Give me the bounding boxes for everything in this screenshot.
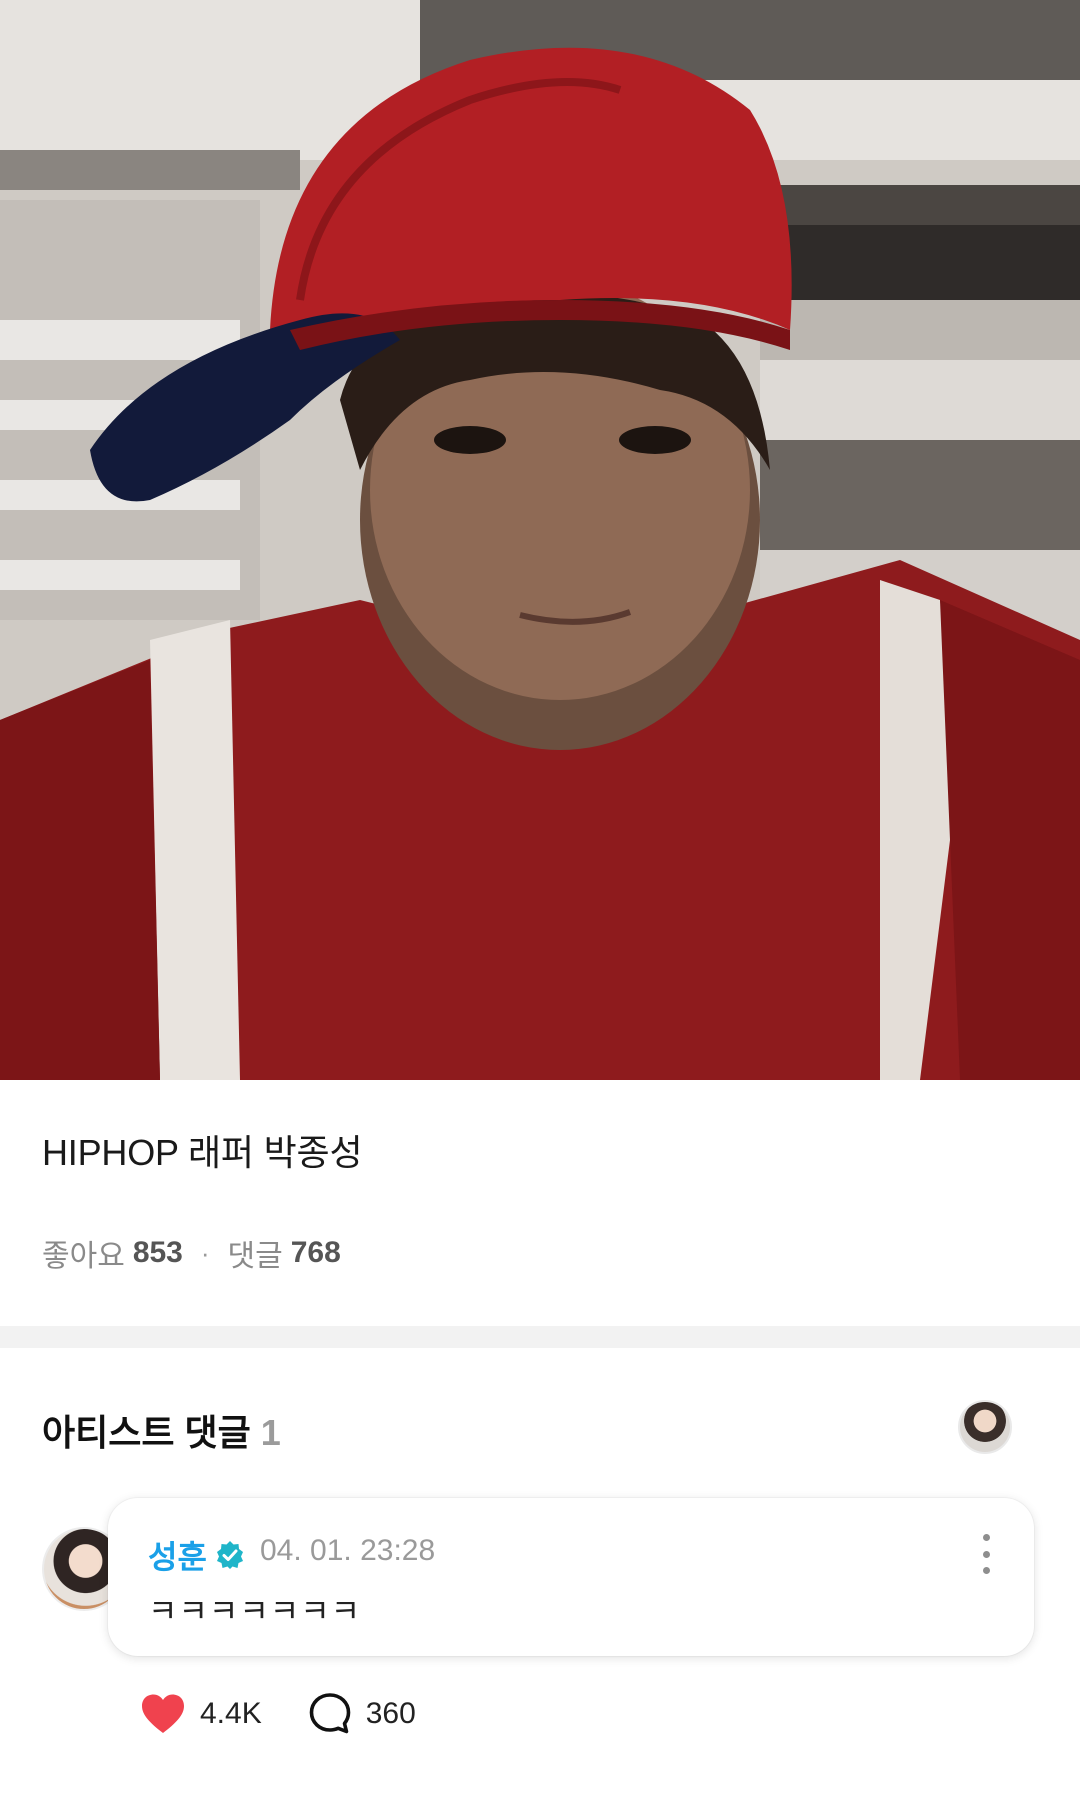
likes-count[interactable]: 853 bbox=[133, 1236, 183, 1270]
comment-timestamp: 04. 01. 23:28 bbox=[260, 1534, 436, 1567]
artist-comments-title: 아티스트 댓글 1 bbox=[42, 1404, 281, 1456]
likes-label: 좋아요 bbox=[42, 1240, 125, 1273]
stats-separator: · bbox=[200, 1237, 210, 1268]
post-stats: 좋아요 853 · 댓글 768 bbox=[42, 1231, 341, 1275]
like-button[interactable]: 4.4K bbox=[140, 1693, 262, 1735]
comment-author[interactable]: 성훈 bbox=[148, 1532, 245, 1578]
comment-bubble-icon bbox=[309, 1693, 351, 1734]
comment-bubble[interactable]: 성훈 04. 01. 23:28 ㅋㅋㅋㅋㅋㅋㅋ bbox=[108, 1498, 1034, 1656]
post-photo-image bbox=[0, 0, 1080, 1080]
like-count: 4.4K bbox=[200, 1697, 262, 1730]
more-vertical-icon[interactable] bbox=[974, 1534, 998, 1574]
artist-comments-count: 1 bbox=[260, 1412, 281, 1453]
comments-count[interactable]: 768 bbox=[291, 1236, 341, 1270]
section-divider bbox=[0, 1326, 1080, 1348]
artist-comments-label: 아티스트 댓글 bbox=[42, 1412, 251, 1453]
post-photo[interactable] bbox=[0, 0, 1080, 1080]
comment-actions: 4.4K 360 bbox=[140, 1692, 462, 1736]
comment-author-name[interactable]: 성훈 bbox=[148, 1532, 207, 1578]
post-caption: HIPHOP 래퍼 박종성 bbox=[42, 1132, 363, 1173]
verified-badge-icon bbox=[215, 1540, 245, 1570]
comments-label: 댓글 bbox=[227, 1240, 283, 1273]
comment-text: ㅋㅋㅋㅋㅋㅋㅋ bbox=[148, 1593, 362, 1629]
artist-avatar[interactable] bbox=[958, 1400, 1012, 1454]
reply-button[interactable]: 360 bbox=[308, 1692, 416, 1736]
reply-count: 360 bbox=[365, 1697, 416, 1730]
heart-icon bbox=[142, 1694, 184, 1733]
